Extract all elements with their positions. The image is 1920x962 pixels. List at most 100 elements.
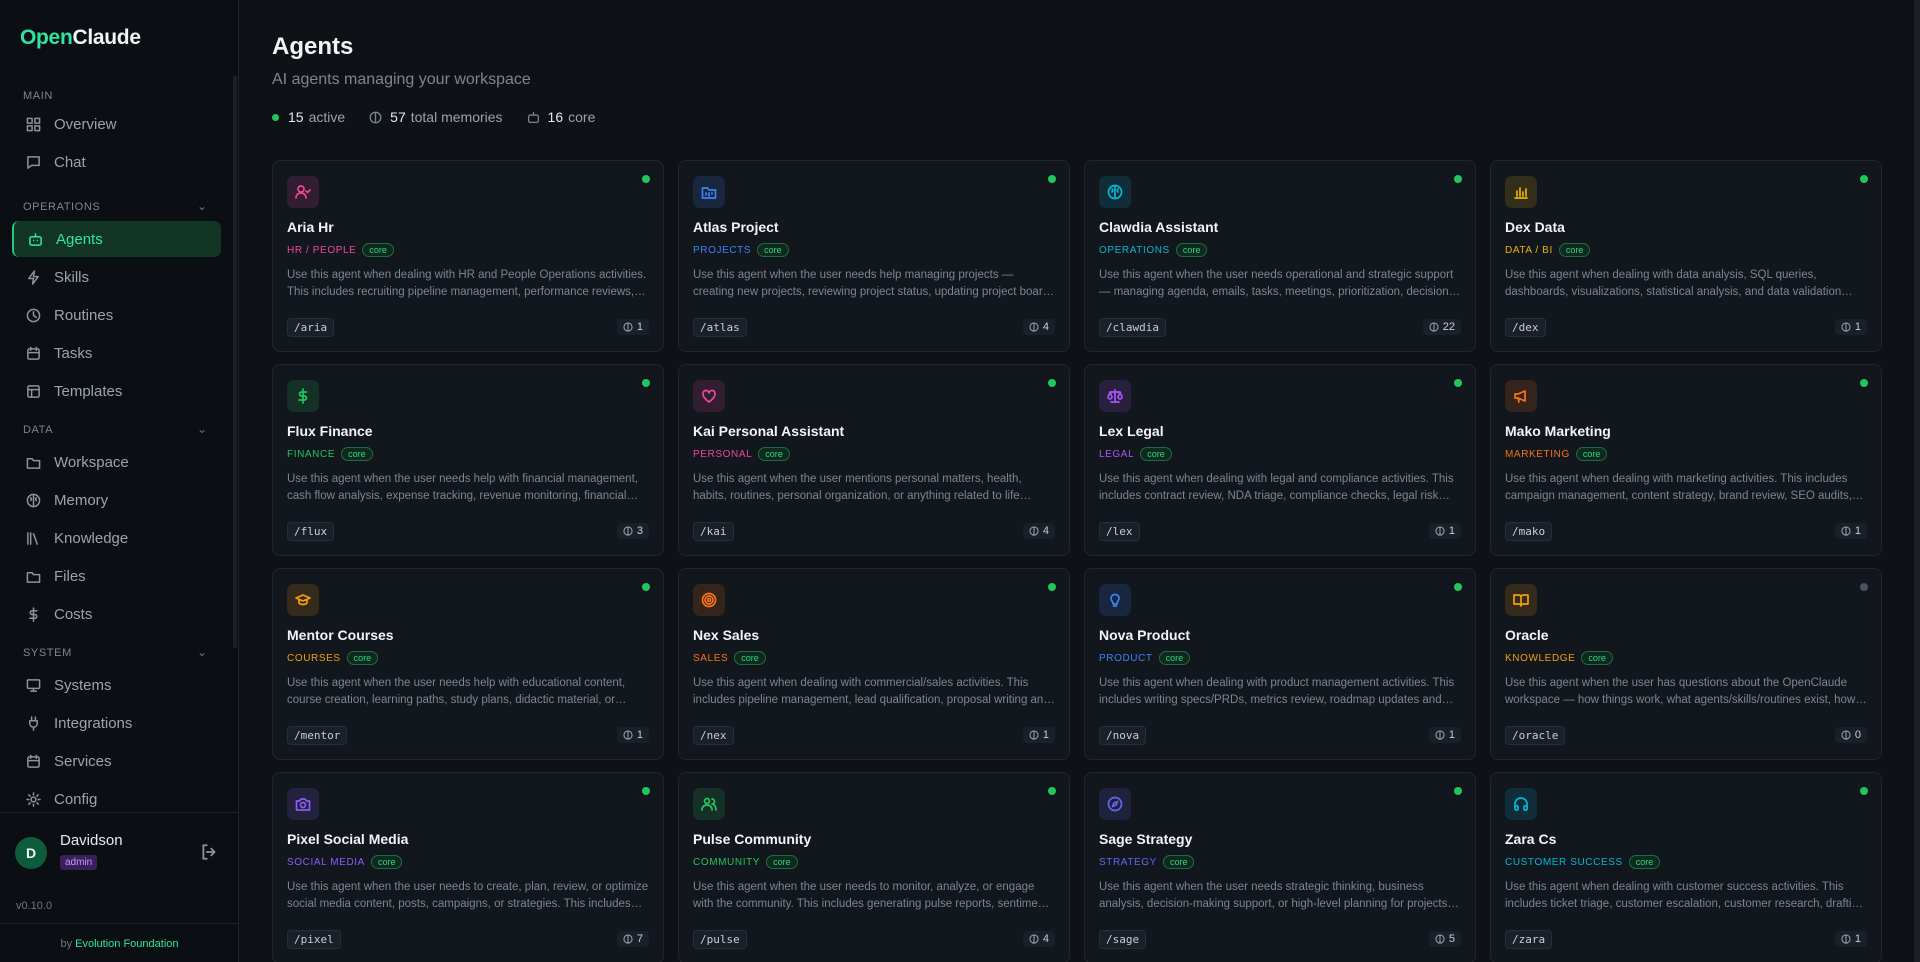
agent-card-zara[interactable]: Zara Cs CUSTOMER SUCCESS core Use this a… <box>1490 772 1882 962</box>
agent-name: Mako Marketing <box>1505 423 1611 439</box>
memory-count-badge: 4 <box>1022 931 1055 947</box>
sidebar-item-integrations[interactable]: Integrations <box>12 705 221 741</box>
agent-icon-badge <box>287 788 319 820</box>
memory-count: 1 <box>1854 933 1861 945</box>
agent-name: Sage Strategy <box>1099 831 1193 847</box>
page-scrollbar[interactable] <box>1914 0 1920 962</box>
section-data-text: DATA <box>23 424 54 436</box>
section-operations-label[interactable]: OPERATIONS ⌄ <box>23 199 207 213</box>
brain-icon <box>1841 322 1851 332</box>
section-system-label[interactable]: SYSTEM ⌄ <box>23 645 207 659</box>
library-icon <box>27 532 38 545</box>
brain-icon <box>623 322 633 332</box>
memory-count-badge: 4 <box>1022 319 1055 335</box>
agent-command[interactable]: /pixel <box>287 930 341 949</box>
memory-count-badge: 1 <box>1428 523 1461 539</box>
agent-card-nova[interactable]: Nova Product PRODUCT core Use this agent… <box>1084 568 1476 760</box>
agent-tags: PRODUCT core <box>1099 651 1191 665</box>
agent-description: Use this agent when dealing with product… <box>1099 677 1455 706</box>
agent-category: HR / PEOPLE <box>287 244 357 256</box>
sidebar-item-skills[interactable]: Skills <box>12 259 221 295</box>
folder-kanban-icon <box>701 187 717 199</box>
footer-org-link[interactable]: Evolution Foundation <box>75 938 178 950</box>
agent-command[interactable]: /sage <box>1099 930 1147 949</box>
agent-command[interactable]: /nex <box>693 726 734 745</box>
agent-command[interactable]: /aria <box>287 318 335 337</box>
brand-logo[interactable]: OpenClaude <box>20 26 141 50</box>
agent-card-pulse[interactable]: Pulse Community COMMUNITY core Use this … <box>678 772 1070 962</box>
memory-count-badge: 1 <box>1022 727 1055 743</box>
sidebar-item-config[interactable]: Config <box>12 781 221 812</box>
sidebar-item-label: Skills <box>54 268 90 286</box>
agent-card-sage[interactable]: Sage Strategy STRATEGY core Use this age… <box>1084 772 1476 962</box>
agent-command[interactable]: /dex <box>1505 318 1546 337</box>
agent-command[interactable]: /lex <box>1099 522 1140 541</box>
agent-command[interactable]: /oracle <box>1505 726 1566 745</box>
agent-icon-badge <box>693 176 725 208</box>
agent-card-lex[interactable]: Lex Legal LEGAL core Use this agent when… <box>1084 364 1476 556</box>
memory-count: 1 <box>636 321 643 333</box>
agent-description: Use this agent when dealing with HR and … <box>287 269 647 298</box>
core-badge: core <box>1140 447 1172 461</box>
sidebar-item-services[interactable]: Services <box>12 743 221 779</box>
agent-card-nex[interactable]: Nex Sales SALES core Use this agent when… <box>678 568 1070 760</box>
folder-icon <box>26 572 41 583</box>
agent-command[interactable]: /mentor <box>287 726 348 745</box>
avatar[interactable]: D <box>15 837 47 869</box>
status-dot-icon <box>1048 175 1056 183</box>
sidebar-item-label: Overview <box>54 115 117 133</box>
agent-card-kai[interactable]: Kai Personal Assistant PERSONAL core Use… <box>678 364 1070 556</box>
agent-card-oracle[interactable]: Oracle KNOWLEDGE core Use this agent whe… <box>1490 568 1882 760</box>
core-badge: core <box>1558 243 1591 257</box>
agent-grid: Aria Hr HR / PEOPLE core Use this agent … <box>272 160 1882 962</box>
sidebar-item-routines[interactable]: Routines <box>12 297 221 333</box>
sidebar-item-overview[interactable]: Overview <box>12 106 221 142</box>
sidebar-item-chat[interactable]: Chat <box>12 144 221 180</box>
agent-card-pixel[interactable]: Pixel Social Media SOCIAL MEDIA core Use… <box>272 772 664 962</box>
sidebar-item-memory[interactable]: Memory <box>12 482 221 518</box>
agent-name: Zara Cs <box>1505 831 1557 847</box>
agent-card-aria[interactable]: Aria Hr HR / PEOPLE core Use this agent … <box>272 160 664 352</box>
logout-icon[interactable] <box>200 843 218 861</box>
sidebar-item-label: Services <box>54 752 112 770</box>
sidebar-item-agents[interactable]: Agents <box>12 221 221 257</box>
agent-command[interactable]: /mako <box>1505 522 1553 541</box>
sidebar-item-systems[interactable]: Systems <box>12 667 221 703</box>
agent-command[interactable]: /pulse <box>693 930 747 949</box>
brain-icon <box>1435 526 1445 536</box>
agent-command[interactable]: /zara <box>1505 930 1553 949</box>
agent-command[interactable]: /nova <box>1099 726 1147 745</box>
agent-name: Nova Product <box>1099 627 1191 643</box>
sidebar-item-costs[interactable]: Costs <box>12 596 221 632</box>
agent-command[interactable]: /kai <box>693 522 734 541</box>
agent-category: OPERATIONS <box>1099 244 1170 256</box>
sidebar-item-workspace[interactable]: Workspace <box>12 444 221 480</box>
sidebar-item-knowledge[interactable]: Knowledge <box>12 520 221 556</box>
agent-card-mentor[interactable]: Mentor Courses COURSES core Use this age… <box>272 568 664 760</box>
section-data-label[interactable]: DATA ⌄ <box>23 422 207 436</box>
agent-command[interactable]: /atlas <box>693 318 747 337</box>
sidebar-item-label: Templates <box>54 382 123 400</box>
status-dot-icon <box>642 787 650 795</box>
agent-icon-badge <box>287 584 319 616</box>
agent-tags: KNOWLEDGE core <box>1505 651 1613 665</box>
section-operations-text: OPERATIONS <box>23 201 101 213</box>
agent-command[interactable]: /flux <box>287 522 335 541</box>
sidebar-item-label: Agents <box>56 230 103 248</box>
agent-card-flux[interactable]: Flux Finance FINANCE core Use this agent… <box>272 364 664 556</box>
agent-category: DATA / BI <box>1505 244 1553 256</box>
sidebar-item-files[interactable]: Files <box>12 558 221 594</box>
chevron-down-icon: ⌄ <box>197 422 208 436</box>
sidebar-item-label: Chat <box>54 153 86 171</box>
agent-description: Use this agent when dealing with commerc… <box>693 677 1050 706</box>
section-main-label: MAIN <box>23 90 53 102</box>
agent-card-dex[interactable]: Dex Data DATA / BI core Use this agent w… <box>1490 160 1882 352</box>
stat-active-label: active <box>308 109 346 125</box>
sidebar-item-tasks[interactable]: Tasks <box>12 335 221 371</box>
agent-card-clawdia[interactable]: Clawdia Assistant OPERATIONS core Use th… <box>1084 160 1476 352</box>
agent-card-mako[interactable]: Mako Marketing MARKETING core Use this a… <box>1490 364 1882 556</box>
agent-name: Oracle <box>1505 627 1549 643</box>
agent-command[interactable]: /clawdia <box>1099 318 1166 337</box>
sidebar-item-templates[interactable]: Templates <box>12 373 221 409</box>
agent-card-atlas[interactable]: Atlas Project PROJECTS core Use this age… <box>678 160 1070 352</box>
